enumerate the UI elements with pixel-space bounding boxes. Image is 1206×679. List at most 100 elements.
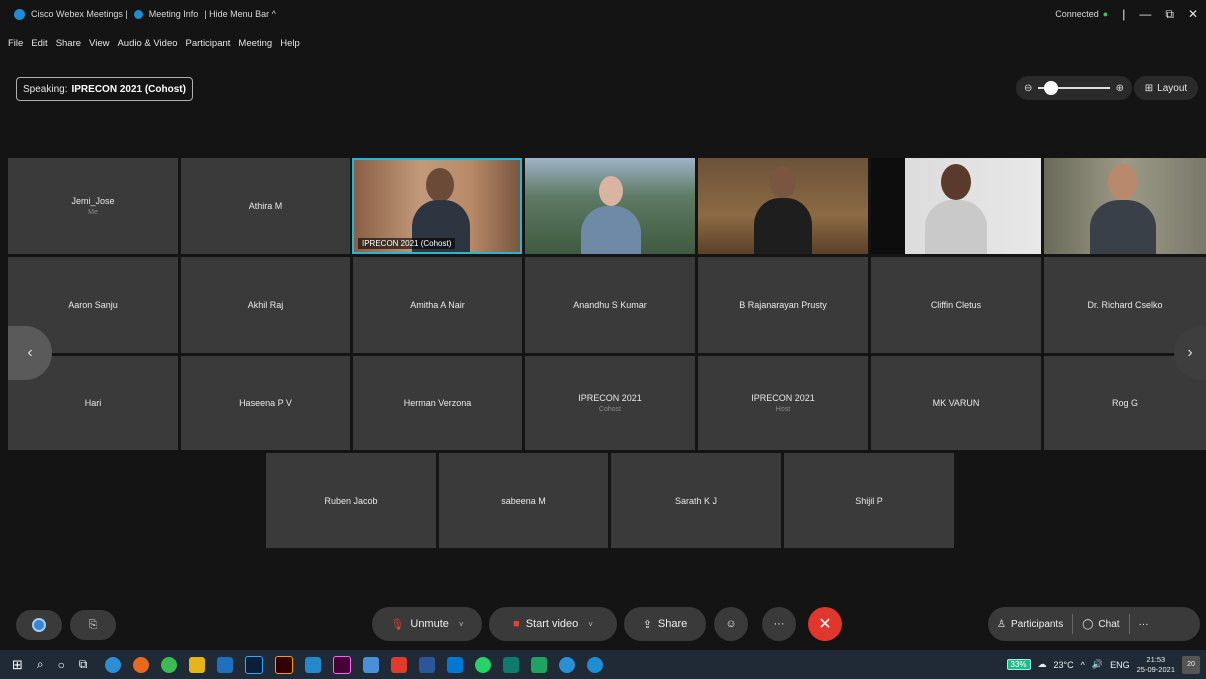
chat-button[interactable]: ◯ Chat — [1073, 607, 1128, 641]
task-view-icon[interactable]: ⧉ — [79, 657, 88, 672]
participant-tile[interactable]: Sarath K J — [611, 453, 781, 548]
zoom-slider-handle[interactable] — [1044, 81, 1059, 95]
webex-assistant-button[interactable] — [16, 610, 62, 640]
camera-off-icon: ■ — [513, 618, 520, 630]
chevron-down-icon[interactable]: ˅ — [459, 620, 464, 629]
menu-meeting[interactable]: Meeting — [238, 38, 272, 49]
reactions-button[interactable]: ☺ — [714, 607, 748, 641]
menu-help[interactable]: Help — [280, 38, 300, 49]
closed-captions-button[interactable]: ⎘ — [70, 610, 116, 640]
participant-tile[interactable]: MK VARUN — [871, 356, 1041, 450]
teams-icon[interactable] — [363, 656, 380, 673]
chat-icon: ◯ — [1082, 618, 1094, 630]
participant-tile[interactable]: Akhil Raj — [181, 257, 350, 353]
start-video-button[interactable]: ■ Start video ˅ — [489, 607, 617, 641]
participant-tile[interactable]: B Rajanarayan Prusty — [698, 257, 868, 353]
participant-tile[interactable]: Ruben Jacob — [266, 453, 436, 548]
zoom-out-icon[interactable]: ⊖ — [1024, 83, 1032, 94]
speaker-icon[interactable]: 🔊 — [1092, 659, 1103, 670]
menu-participant[interactable]: Participant — [186, 38, 231, 49]
office-icon[interactable] — [391, 656, 408, 673]
participant-tile[interactable]: IPRECON 2021 Host — [698, 356, 868, 450]
clock[interactable]: 21:53 25-09-2021 — [1137, 655, 1175, 675]
edge-icon[interactable] — [105, 656, 122, 673]
participant-tile[interactable]: Anandhu S Kumar — [525, 257, 695, 353]
minimize-button[interactable]: — — [1139, 7, 1151, 21]
unmute-button[interactable]: 🎙 Unmute ˅ — [372, 607, 482, 641]
file-explorer-icon[interactable] — [189, 656, 206, 673]
temperature[interactable]: 23°C — [1054, 660, 1074, 670]
participant-name: Dr. Richard Cselko — [1087, 300, 1163, 310]
video-tile-active-speaker[interactable]: IPRECON 2021 (Cohost) — [352, 158, 522, 254]
restore-button[interactable]: ⧉ — [1165, 7, 1174, 22]
sheets-icon[interactable] — [531, 656, 548, 673]
menu-share[interactable]: Share — [56, 38, 81, 49]
more-icon: ··· — [1138, 618, 1149, 630]
telegram-icon[interactable] — [559, 656, 576, 673]
leave-meeting-button[interactable]: ✕ — [808, 607, 842, 641]
participant-tile[interactable]: Cliffin Cletus — [871, 257, 1041, 353]
menu-view[interactable]: View — [89, 38, 109, 49]
clock-time: 21:53 — [1146, 654, 1166, 664]
search-icon[interactable]: ⌕ — [37, 657, 44, 672]
whatsapp-icon[interactable] — [475, 656, 492, 673]
participant-tile[interactable]: sabeena M — [439, 453, 608, 548]
adobe-xd-icon[interactable] — [333, 655, 352, 674]
firefox-icon[interactable] — [133, 656, 150, 673]
more-options-button[interactable]: ··· — [762, 607, 796, 641]
chevron-up-icon[interactable]: ^ — [1081, 660, 1085, 670]
outlook-icon[interactable] — [447, 656, 464, 673]
webex-assistant-icon — [32, 618, 46, 632]
participant-tile[interactable]: IPRECON 2021 Cohost — [525, 356, 695, 450]
video-tile[interactable] — [698, 158, 868, 254]
participant-tile[interactable]: Herman Verzona — [353, 356, 522, 450]
vscode-icon[interactable] — [305, 656, 322, 673]
participant-tile[interactable]: Shijil P — [784, 453, 954, 548]
participant-tile[interactable]: Haseena P V — [181, 356, 350, 450]
connection-status: Connected ● — [1055, 9, 1109, 19]
video-tile[interactable] — [525, 158, 695, 254]
video-tile[interactable] — [1044, 158, 1206, 254]
webex-taskbar-icon[interactable] — [587, 656, 604, 673]
windows-start-icon[interactable]: ⊞ — [12, 657, 23, 673]
hide-menu-bar-button[interactable]: | Hide Menu Bar ^ — [204, 9, 276, 19]
photoshop-icon[interactable] — [245, 655, 264, 674]
participant-name: Shijil P — [855, 495, 883, 506]
participant-role: Me — [88, 209, 98, 216]
cortana-icon[interactable]: ○ — [58, 658, 65, 672]
chrome-icon[interactable] — [161, 656, 178, 673]
video-tile-label: IPRECON 2021 (Cohost) — [358, 238, 456, 249]
menu-edit[interactable]: Edit — [31, 38, 47, 49]
illustrator-icon[interactable] — [275, 655, 294, 674]
participants-icon: ♙ — [997, 618, 1006, 630]
participants-button[interactable]: ♙ Participants — [988, 607, 1072, 641]
zoom-in-icon[interactable]: ⊕ — [1116, 83, 1124, 94]
participant-name: sabeena M — [501, 495, 546, 506]
battery-indicator[interactable]: 33% — [1006, 659, 1031, 670]
mail-icon[interactable] — [217, 656, 234, 673]
info-icon — [133, 9, 143, 19]
chevron-down-icon[interactable]: ˅ — [588, 620, 593, 629]
notification-center-button[interactable]: 20 — [1182, 655, 1200, 674]
participant-tile[interactable]: Athira M — [181, 158, 350, 254]
participant-tile[interactable]: Amitha A Nair — [353, 257, 522, 353]
language-indicator[interactable]: ENG — [1110, 660, 1130, 670]
word-icon[interactable] — [419, 656, 436, 673]
speaking-indicator: Speaking: IPRECON 2021 (Cohost) — [16, 77, 193, 101]
layout-icon: ⊞ — [1144, 82, 1154, 94]
photos-icon[interactable] — [503, 656, 520, 673]
participant-role: Cohost — [598, 406, 622, 413]
menu-file[interactable]: File — [8, 38, 23, 49]
zoom-slider[interactable] — [1038, 81, 1110, 95]
participant-tile[interactable]: Jemi_Jose Me — [8, 158, 178, 254]
video-tile[interactable] — [871, 158, 1041, 254]
participant-name: Haseena P V — [239, 398, 292, 408]
layout-button[interactable]: ⊞ Layout — [1134, 76, 1198, 100]
meeting-info-link[interactable]: Meeting Info — [149, 9, 199, 19]
participants-label: Participants — [1010, 618, 1064, 630]
close-window-button[interactable]: ✕ — [1188, 7, 1198, 21]
share-button[interactable]: ⇪ Share — [624, 607, 706, 641]
microphone-muted-icon: 🎙 — [390, 618, 405, 631]
panel-more-button[interactable]: ··· — [1130, 607, 1158, 641]
menu-audio-video[interactable]: Audio & Video — [117, 38, 177, 49]
